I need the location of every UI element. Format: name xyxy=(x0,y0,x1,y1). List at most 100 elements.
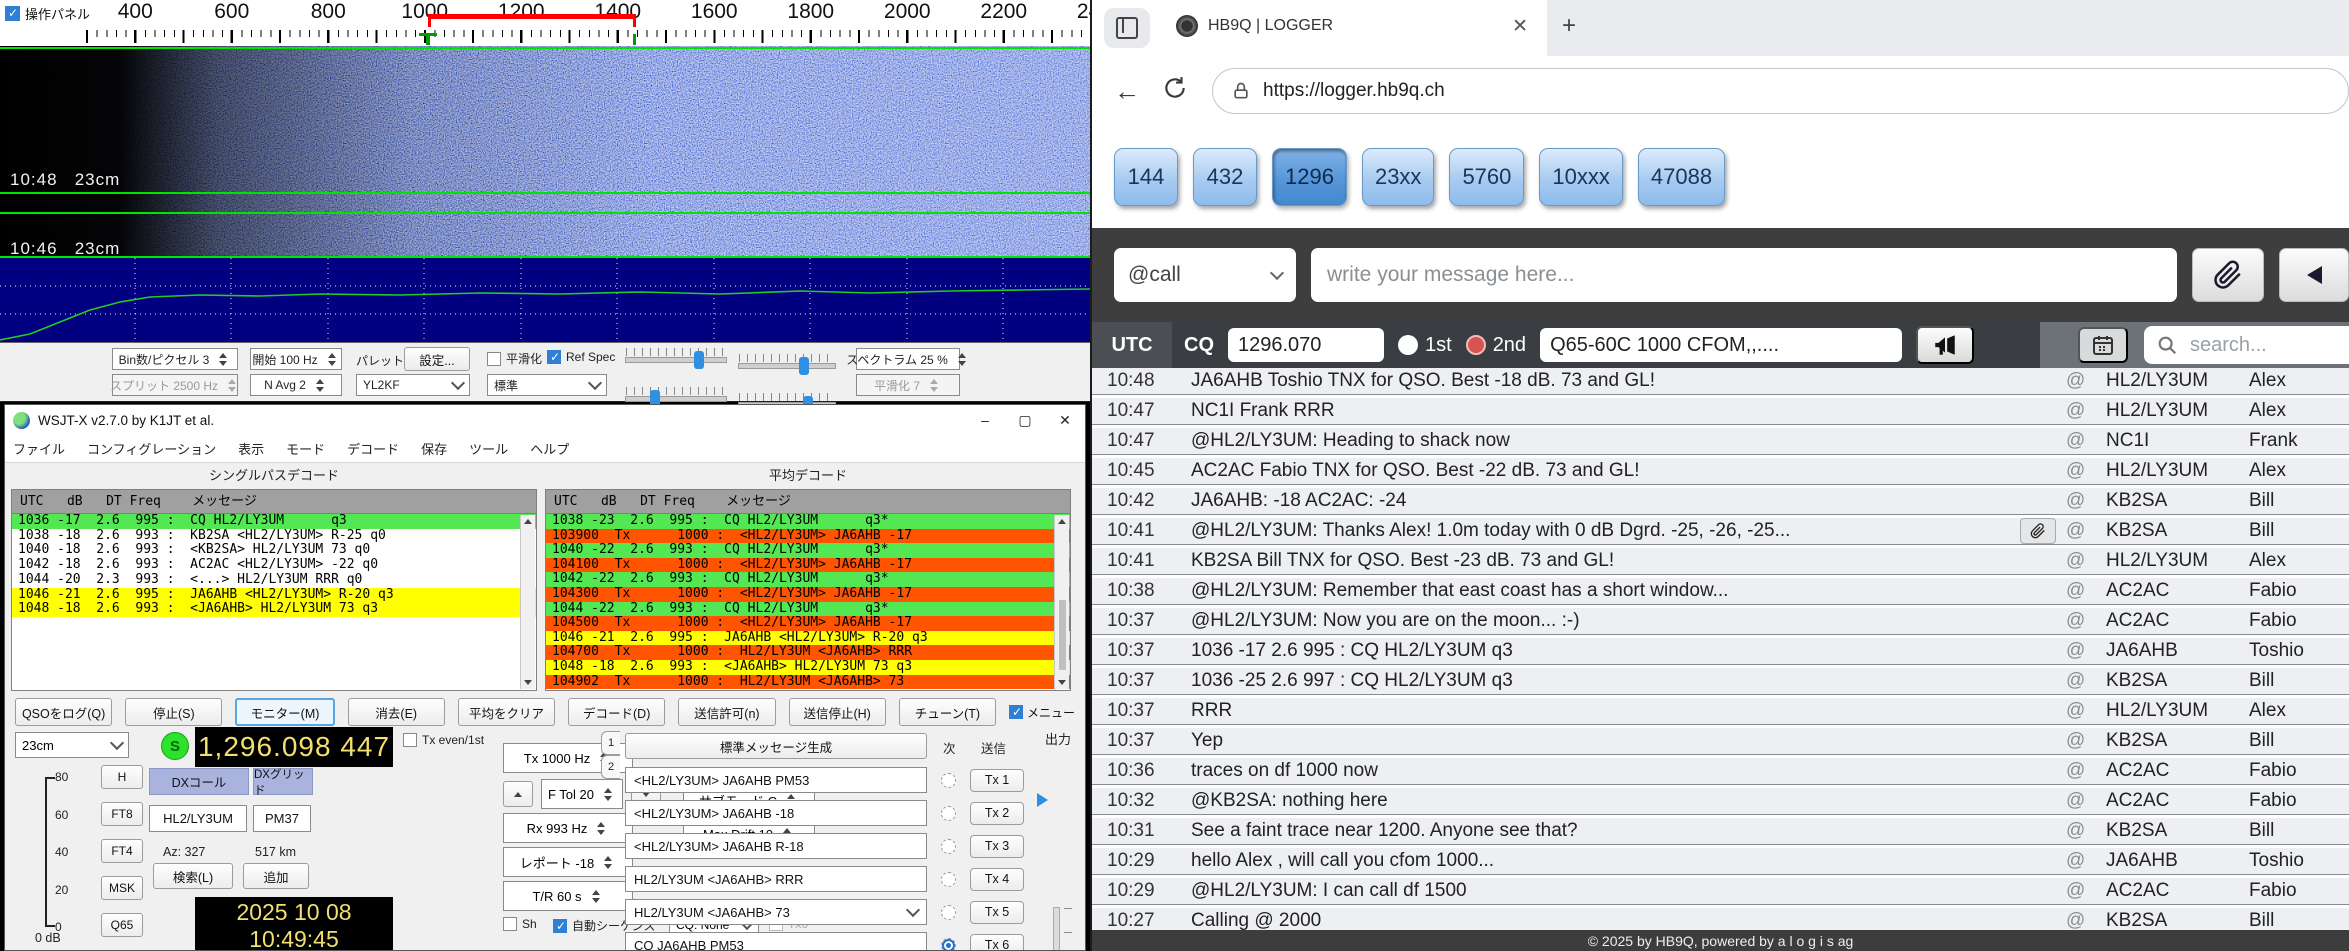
attachment-chip[interactable] xyxy=(2020,518,2056,544)
tx-send-button[interactable]: Tx 2 xyxy=(970,802,1024,825)
chat-callsign[interactable]: HL2/LY3UM xyxy=(2106,370,2249,392)
band-button[interactable]: 1296 xyxy=(1272,148,1347,206)
decode-line[interactable]: 1040 -22 2.6 993 : CQ HL2/LY3UM q3* xyxy=(546,543,1070,558)
tab-messages-1[interactable]: 1 xyxy=(601,731,620,755)
calendar-button[interactable] xyxy=(2078,327,2128,363)
cq-message-input[interactable]: Q65-60C 1000 CFOM,,.... xyxy=(1540,328,1902,362)
action-button[interactable]: 停止(S) xyxy=(125,698,222,726)
chat-callsign[interactable]: JA6AHB xyxy=(2106,850,2249,872)
tab-actions-button[interactable] xyxy=(1104,8,1150,48)
display-mode-select[interactable]: 標準 xyxy=(487,374,607,396)
frequency-scale[interactable]: 操作パネル 4006008001000120014001600180020002… xyxy=(0,0,1090,47)
next-radio[interactable] xyxy=(941,905,956,920)
action-button[interactable]: チューン(T) xyxy=(899,698,996,726)
chat-row[interactable]: 10:37 Yep @ KB2SA Bill xyxy=(1092,728,2349,755)
ftol-up-button[interactable] xyxy=(503,781,533,807)
mode-button[interactable]: FT4 xyxy=(101,839,143,863)
chevron-down-icon[interactable] xyxy=(906,903,920,917)
decode-line[interactable]: 1042 -18 2.6 993 : AC2AC <HL2/LY3UM> -22… xyxy=(12,558,536,573)
minimize-icon[interactable]: – xyxy=(965,405,1005,435)
decode-line[interactable]: 104100 Tx 1000 : <HL2/LY3UM> JA6AHB -17 xyxy=(546,558,1070,573)
band-button[interactable]: 144 xyxy=(1114,148,1178,206)
decode-line[interactable]: 1040 -18 2.6 993 : <KB2SA> HL2/LY3UM 73 … xyxy=(12,543,536,558)
tx-message-field[interactable]: <HL2/LY3UM> JA6AHB PM53 xyxy=(625,767,927,793)
action-button[interactable]: 平均をクリア xyxy=(458,698,555,726)
tx-message-field[interactable]: CQ JA6AHB PM53 xyxy=(625,932,927,951)
url-text[interactable]: https://logger.hb9q.ch xyxy=(1263,80,1445,102)
next-radio[interactable] xyxy=(941,773,956,788)
band-select[interactable]: 23cm xyxy=(15,732,129,758)
reload-icon[interactable] xyxy=(1162,75,1188,108)
maximize-icon[interactable]: ▢ xyxy=(1005,405,1045,435)
send-button-partial[interactable] xyxy=(2279,248,2349,302)
action-button[interactable]: デコード(D) xyxy=(568,698,665,726)
mode-button[interactable]: Q65 xyxy=(101,913,143,937)
chat-callsign[interactable]: JA6AHB xyxy=(2106,640,2249,662)
mode-button[interactable]: FT8 xyxy=(101,802,143,826)
mode-button[interactable]: H xyxy=(101,765,143,789)
chat-row[interactable]: 10:41 @HL2/LY3UM: Thanks Alex! 1.0m toda… xyxy=(1092,518,2349,545)
radio-selected-icon[interactable] xyxy=(1466,335,1486,355)
gain-slider-1[interactable] xyxy=(625,357,727,363)
at-call-select[interactable]: @call xyxy=(1114,248,1296,302)
action-button[interactable]: 送信許可(n) xyxy=(678,698,775,726)
chat-callsign[interactable]: KB2SA xyxy=(2106,910,2249,932)
lookup-button[interactable]: 検索(L) xyxy=(153,863,233,889)
tab-messages-2[interactable]: 2 xyxy=(601,755,620,779)
decode-line[interactable]: 1042 -22 2.6 993 : CQ HL2/LY3UM q3* xyxy=(546,572,1070,587)
close-icon[interactable]: ✕ xyxy=(1045,405,1085,435)
decode-line[interactable]: 103900 Tx 1000 : <HL2/LY3UM> JA6AHB -17 xyxy=(546,529,1070,544)
tx-message-field[interactable]: HL2/LY3UM <JA6AHB> RRR xyxy=(625,866,927,892)
chat-callsign[interactable]: KB2SA xyxy=(2106,490,2249,512)
chat-row[interactable]: 10:29 hello Alex , will call you cfom 10… xyxy=(1092,848,2349,875)
n-avg-spinner[interactable]: N Avg 2 xyxy=(250,374,342,396)
flatten-checkbox[interactable]: 平滑化 xyxy=(487,350,542,367)
menu-item[interactable]: モード xyxy=(286,439,325,458)
message-input[interactable]: write your message here... xyxy=(1311,248,2177,302)
waterfall-display[interactable]: 10:48 23cm 10:46 23cm xyxy=(0,46,1090,258)
band-button[interactable]: 47088 xyxy=(1638,148,1725,206)
left-decode-scrollbar[interactable] xyxy=(520,515,535,689)
chat-callsign[interactable]: AC2AC xyxy=(2106,580,2249,602)
chat-callsign[interactable]: HL2/LY3UM xyxy=(2106,550,2249,572)
control-panel-checkbox[interactable]: 操作パネル xyxy=(5,4,90,23)
action-button[interactable]: QSOをログ(Q) xyxy=(15,698,112,726)
tx-send-button[interactable]: Tx 1 xyxy=(970,769,1024,792)
chat-row[interactable]: 10:37 1036 -17 2.6 995 : CQ HL2/LY3UM q3… xyxy=(1092,638,2349,665)
band-button[interactable]: 432 xyxy=(1193,148,1257,206)
start-freq-spinner[interactable]: 開始 100 Hz xyxy=(250,348,342,370)
action-button[interactable]: モニター(M) xyxy=(235,698,334,726)
output-level-arrow[interactable] xyxy=(1037,793,1048,807)
decode-line[interactable]: 1046 -21 2.6 995 : JA6AHB <HL2/LY3UM> R-… xyxy=(12,588,536,603)
dx-grid-field[interactable]: PM37 xyxy=(253,805,311,832)
decode-line[interactable]: 104902 Tx 1000 : HL2/LY3UM <JA6AHB> 73 xyxy=(546,675,1070,690)
chat-callsign[interactable]: HL2/LY3UM xyxy=(2106,700,2249,722)
bins-per-pixel-spinner[interactable]: Bin数/ピクセル 3 xyxy=(112,348,238,370)
tr-period-spinner[interactable]: T/R 60 s xyxy=(503,881,633,911)
chat-callsign[interactable]: KB2SA xyxy=(2106,670,2249,692)
cq-frequency-input[interactable]: 1296.070 xyxy=(1228,328,1384,362)
chat-row[interactable]: 10:48 JA6AHB Toshio TNX for QSO. Best -1… xyxy=(1092,368,2349,395)
menu-item[interactable]: ファイル xyxy=(13,439,65,458)
chat-callsign[interactable]: KB2SA xyxy=(2106,520,2249,542)
next-radio[interactable] xyxy=(941,938,956,951)
chat-callsign[interactable]: HL2/LY3UM xyxy=(2106,400,2249,422)
chat-row[interactable]: 10:37 RRR @ HL2/LY3UM Alex xyxy=(1092,698,2349,725)
chat-row[interactable]: 10:41 KB2SA Bill TNX for QSO. Best -23 d… xyxy=(1092,548,2349,575)
refspec-checkbox[interactable]: Ref Spec xyxy=(547,350,615,364)
menu-item[interactable]: ヘルプ xyxy=(530,439,569,458)
ftol-spinner[interactable]: F Tol 20 xyxy=(541,779,623,809)
tx-message-field[interactable]: <HL2/LY3UM> JA6AHB R-18 xyxy=(625,833,927,859)
announce-button[interactable] xyxy=(1916,326,1974,364)
add-button[interactable]: 追加 xyxy=(243,863,309,889)
mode-button[interactable]: MSK xyxy=(101,876,143,900)
chat-callsign[interactable]: AC2AC xyxy=(2106,610,2249,632)
band-button[interactable]: 10xxx xyxy=(1539,148,1622,206)
decode-line[interactable]: 1036 -17 2.6 995 : CQ HL2/LY3UM q3 xyxy=(12,514,536,529)
tx-send-button[interactable]: Tx 5 xyxy=(970,901,1024,924)
chat-callsign[interactable]: AC2AC xyxy=(2106,880,2249,902)
tx-send-button[interactable]: Tx 4 xyxy=(970,868,1024,891)
menu-item[interactable]: デコード xyxy=(347,439,399,458)
menu-item[interactable]: 表示 xyxy=(238,439,264,458)
tx-send-button[interactable]: Tx 6 xyxy=(970,934,1024,951)
